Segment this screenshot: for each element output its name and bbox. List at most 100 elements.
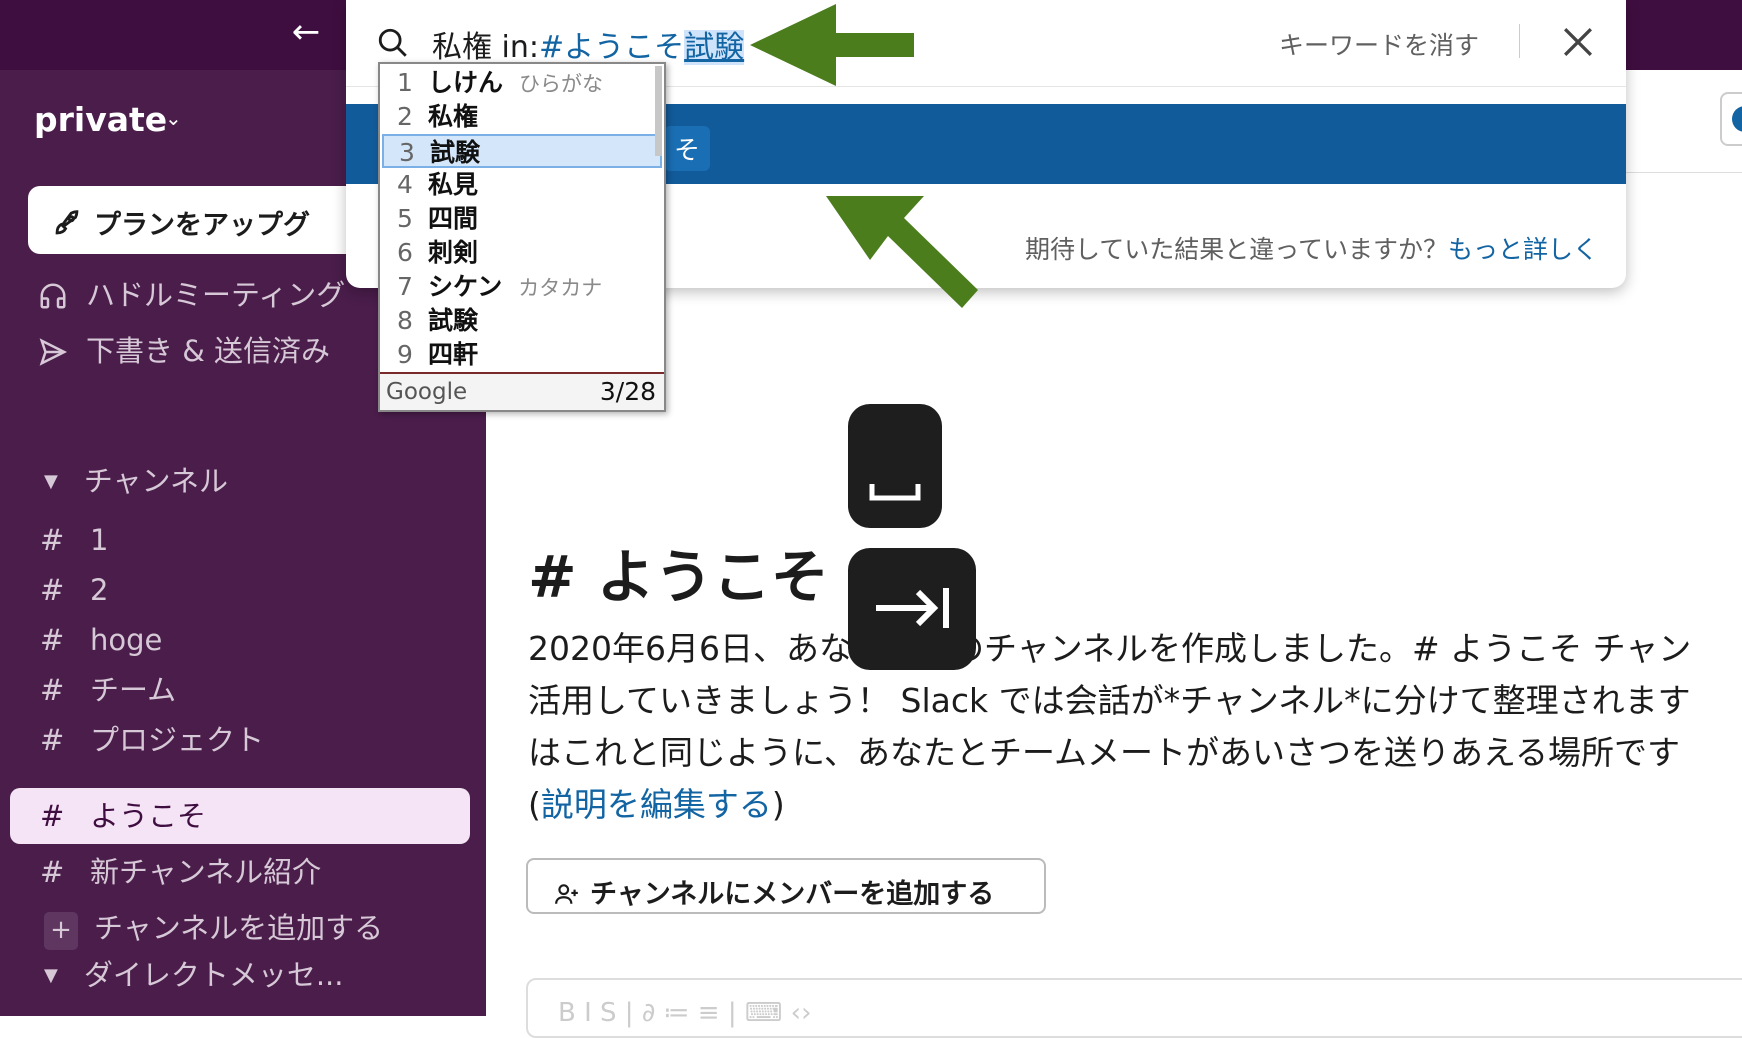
add-channel-label: チャンネルを追加する [94,911,384,945]
candidate-number: 2 [397,102,413,131]
search-feedback: 期待していた結果と違っていますか？もっと詳しく [1025,230,1598,266]
close-icon[interactable] [1556,20,1600,64]
add-user-icon [555,884,578,904]
hash-icon: # [40,673,65,707]
paren-open: ( [528,785,541,824]
channel-name: hoge [90,623,163,657]
channel-name: チーム [90,673,177,707]
add-channel-button[interactable]: + チャンネルを追加する [10,900,470,956]
annotation-arrow-upleft-icon [826,196,978,308]
divider [1519,24,1520,58]
sidebar-item-channel-hoge[interactable]: # hoge [10,612,470,668]
sidebar-item-channel-1[interactable]: #1 [10,512,470,568]
channel-title: # ようこそ [528,543,829,611]
chevron-down-icon[interactable]: ⌄ [165,106,182,130]
sidebar-item-channel-team[interactable]: # チーム [10,662,470,718]
tab-key-overlay [848,548,976,670]
ime-candidate[interactable]: 4 私見 [382,168,662,202]
ime-candidate-window: 1 しけん ひらがな 2 私権 3 試験 4 私見 5 四間 6 刺剣 7 シケン カタカナ 8試… [378,62,666,412]
candidate-number: 4 [397,170,413,199]
channel-name: 2 [90,573,109,607]
add-member-button[interactable]: チャンネルにメンバーを追加する [526,858,1046,914]
channels-section-header[interactable]: ▼ チャンネル [44,458,228,500]
workspace-name[interactable]: private [34,100,167,139]
candidate-word: しけん [428,68,504,97]
ime-candidate-count: 3/28 [599,377,656,406]
candidate-number: 5 [397,204,413,233]
candidate-word: 私権 [428,102,479,131]
channel-description-line: 2020年6月6日、あなたがこのチャンネルを作成しました。# ようこそ チャン [528,629,1692,668]
hash-icon: # [40,855,65,889]
ime-brand: Google [386,379,468,405]
hash-icon: # [40,623,65,657]
caret-down-icon: ▼ [44,471,58,492]
candidate-number: 3 [399,138,415,167]
space-key-overlay [848,404,942,528]
candidate-hint: ひらがな [519,72,604,96]
hash-icon: # [40,799,65,833]
sidebar-item-channel-welcome[interactable]: # ようこそ [10,788,470,844]
channel-name: プロジェクト [90,723,265,757]
edit-description-link[interactable]: 説明を編集する [541,785,772,824]
member-avatar-button[interactable] [1720,92,1742,146]
ime-scrollbar[interactable] [655,66,662,156]
hash-icon: # [40,723,65,757]
ime-candidate[interactable]: 2 私権 [382,100,662,134]
channel-description-line: 活用していきましょう！ Slack では会話が*チャンネル*に分けて整理されます [528,681,1691,720]
candidate-word: 私見 [428,170,479,199]
search-input[interactable]: 私権 in:#ようこそ試験 [432,22,745,66]
channel-name: 新チャンネル紹介 [90,855,322,889]
candidate-word: 試験 [430,138,481,167]
channel-description-line: はこれと同じように、あなたとチームメートがあいさつを送りあえる場所です [528,733,1681,772]
learn-more-link[interactable]: もっと詳しく [1448,235,1598,264]
tab-key-icon [876,588,949,628]
composer-toolbar: B I S | ∂ ≔ ≡ | ⌨ ‹› [558,998,812,1028]
candidate-word: 四軒 [428,340,479,369]
annotation-arrow-left-icon [750,4,914,86]
ime-footer: Google 3/28 [380,372,664,410]
candidate-number: 1 [397,68,413,97]
sidebar-item-channel-project[interactable]: # プロジェクト [10,712,470,768]
suggestion-text: そ [664,126,711,171]
candidate-word: 刺剣 [428,238,479,267]
headphones-icon [40,283,66,309]
sidebar-item-drafts[interactable]: 下書き & 送信済み [38,328,330,370]
add-member-label: チャンネルにメンバーを追加する [590,879,995,910]
candidate-number: 7 [397,272,413,301]
direct-messages-section-header[interactable]: ▼ ダイレクトメッセ... [44,952,344,994]
user-icon [1732,106,1742,132]
ime-candidate-selected[interactable]: 3 試験 [382,134,662,168]
message-composer[interactable]: B I S | ∂ ≔ ≡ | ⌨ ‹› [526,978,1742,1038]
query-channel-token: #ようこそ [539,30,685,65]
candidate-number: 6 [397,238,413,267]
sidebar-item-channel-2[interactable]: #2 [10,562,470,618]
candidate-hint: カタカナ [518,276,603,300]
query-converting-text: 試験 [684,30,745,65]
channel-name: 1 [90,523,109,557]
ime-candidate[interactable]: 7 シケン カタカナ [382,270,662,304]
paren-close: ) [771,785,785,824]
space-key-icon [869,484,921,501]
send-icon [39,338,68,366]
channel-name: ようこそ [90,799,207,833]
dm-header-label: ダイレクトメッセ... [83,958,344,992]
query-prefix: 私権 in: [432,30,539,65]
channels-header-label: チャンネル [83,464,228,498]
ime-candidate[interactable]: 5 四間 [382,202,662,236]
ime-candidate[interactable]: 9 四軒 [382,338,662,372]
sidebar-item-channel-new-intro[interactable]: # 新チャンネル紹介 [10,844,470,900]
candidate-number: 9 [397,340,413,369]
clear-keywords-button[interactable]: キーワードを消す [1279,26,1479,62]
sidebar-item-huddles[interactable]: ハドルミーティング [38,272,345,314]
rocket-icon [55,210,79,235]
back-arrow-icon[interactable]: ← [284,10,328,54]
upgrade-plan-label: プランをアップグ [94,210,310,241]
hash-icon: # [40,573,65,607]
ime-candidate[interactable]: 1 しけん ひらがな [382,66,662,100]
ime-candidate[interactable]: 8 試験 [382,304,662,338]
candidate-number: 8 [397,306,413,335]
candidate-word: シケン [428,272,503,301]
ime-candidate[interactable]: 6 刺剣 [382,236,662,270]
search-icon [378,28,407,57]
feedback-text: 期待していた結果と違っていますか？ [1024,235,1448,264]
